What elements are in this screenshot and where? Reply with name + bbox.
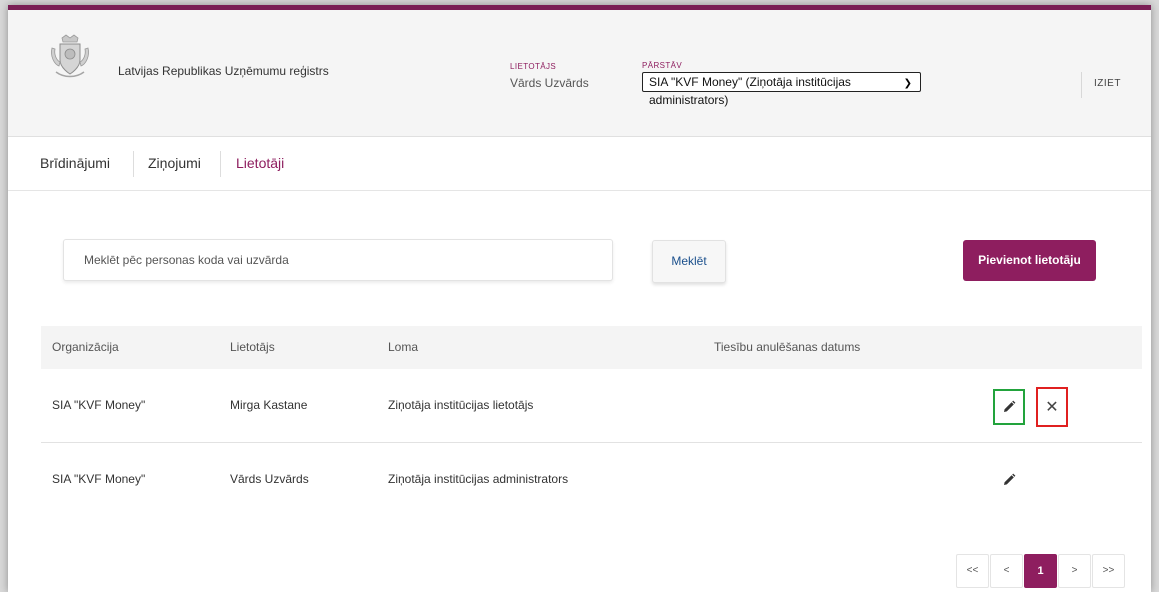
table-row: SIA "KVF Money" Mirga Kastane Ziņotāja i… — [41, 369, 1142, 443]
cell-role: Ziņotāja institūcijas administrators — [388, 472, 569, 486]
nav-divider — [133, 151, 134, 177]
represents-label: PĀRSTĀV — [642, 61, 683, 70]
logout-link[interactable]: IZIET — [1094, 78, 1121, 89]
column-header-user: Lietotājs — [230, 340, 275, 354]
tab-bridinajumi[interactable]: Brīdinājumi — [40, 137, 110, 190]
tab-zinojumi[interactable]: Ziņojumi — [148, 137, 201, 190]
page-next-button[interactable]: > — [1058, 554, 1091, 588]
pagination: << < 1 > >> — [956, 554, 1146, 588]
search-input[interactable]: Meklēt pēc personas koda vai uzvārda — [63, 239, 613, 281]
header: Latvijas Republikas Uzņēmumu reģistrs LI… — [8, 10, 1151, 137]
table-row: SIA "KVF Money" Vārds Uzvārds Ziņotāja i… — [41, 443, 1142, 516]
header-divider — [1081, 72, 1082, 98]
table-header: Organizācija Lietotājs Loma Tiesību anul… — [41, 326, 1142, 369]
user-label: LIETOTĀJS — [510, 62, 557, 71]
nav-divider — [220, 151, 221, 177]
tab-lietotaji[interactable]: Lietotāji — [236, 137, 284, 190]
page-last-button[interactable]: >> — [1092, 554, 1125, 588]
pencil-icon — [1004, 400, 1016, 412]
edit-button[interactable] — [993, 389, 1025, 425]
close-icon: ✕ — [1045, 399, 1059, 416]
column-header-organization: Organizācija — [52, 340, 119, 354]
cell-role: Ziņotāja institūcijas lietotājs — [388, 398, 534, 412]
user-name: Vārds Uzvārds — [510, 76, 589, 90]
cell-user: Mirga Kastane — [230, 398, 308, 412]
page-current-button[interactable]: 1 — [1024, 554, 1057, 588]
app-window: Latvijas Republikas Uzņēmumu reģistrs LI… — [8, 5, 1151, 592]
pencil-icon — [1004, 473, 1016, 485]
delete-button[interactable]: ✕ — [1036, 387, 1068, 427]
cell-organization: SIA "KVF Money" — [52, 398, 146, 412]
column-header-role: Loma — [388, 340, 419, 354]
search-button[interactable]: Meklēt — [652, 240, 726, 283]
column-header-revocation-date: Tiesību anulēšanas datums — [714, 340, 861, 354]
page-prev-button[interactable]: < — [990, 554, 1023, 588]
page-first-button[interactable]: << — [956, 554, 989, 588]
org-name: Latvijas Republikas Uzņēmumu reģistrs — [118, 64, 329, 78]
cell-organization: SIA "KVF Money" — [52, 472, 146, 486]
coat-of-arms-logo — [51, 34, 89, 78]
main-nav: Brīdinājumi Ziņojumi Lietotāji — [8, 137, 1151, 191]
represents-select[interactable]: SIA "KVF Money" (Ziņotāja institūcijas a… — [642, 72, 921, 107]
edit-button[interactable] — [993, 462, 1025, 498]
chevron-down-icon: ❯ — [903, 78, 912, 89]
cell-user: Vārds Uzvārds — [230, 472, 309, 486]
represents-value: SIA "KVF Money" (Ziņotāja institūcijas a… — [649, 75, 851, 107]
add-user-button[interactable]: Pievienot lietotāju — [963, 240, 1096, 281]
